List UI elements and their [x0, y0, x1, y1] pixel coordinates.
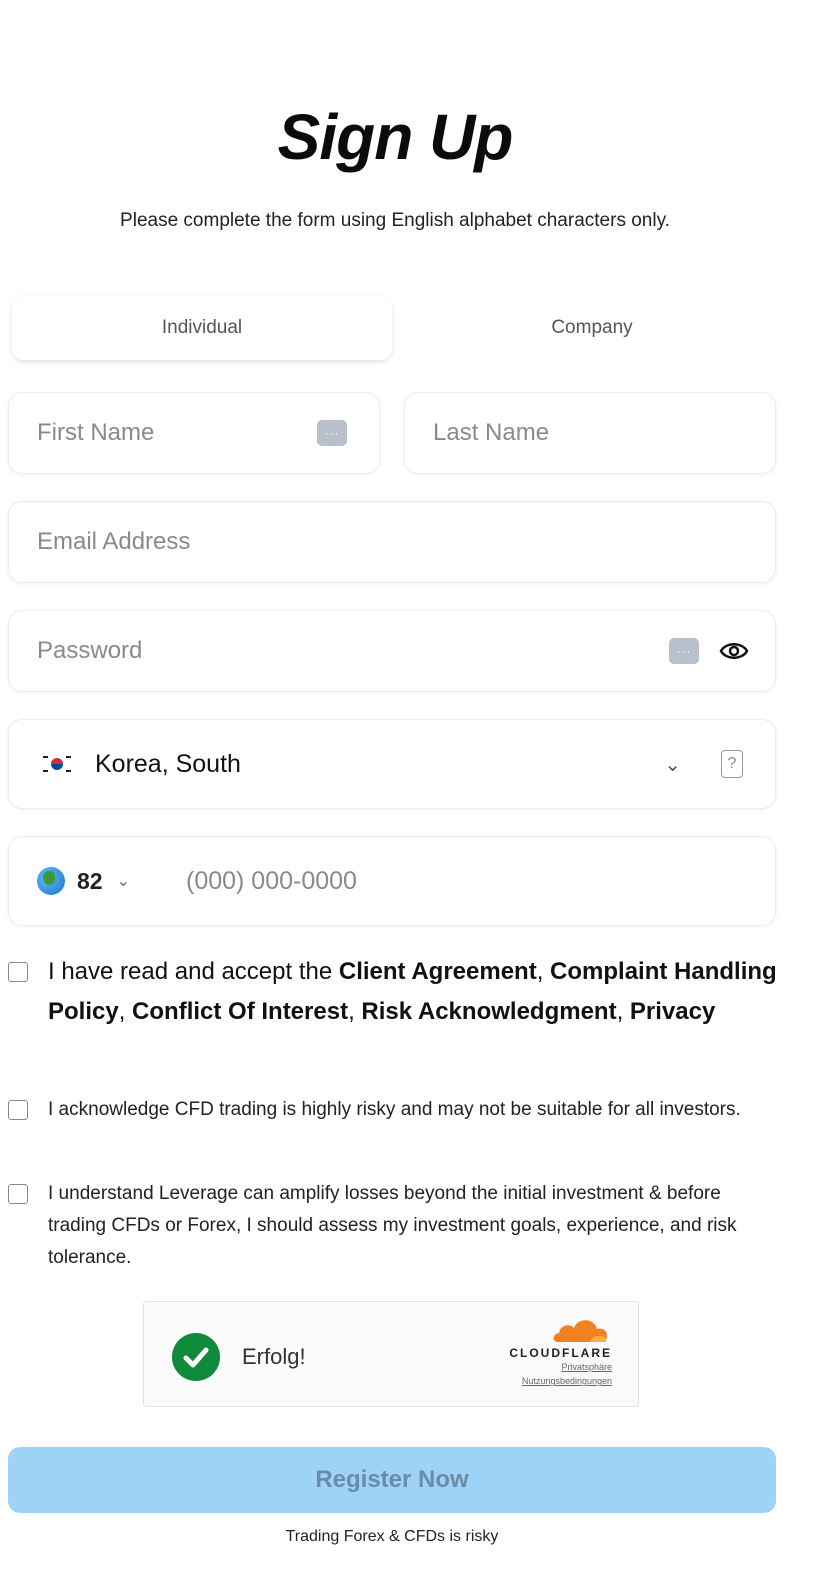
cloudflare-captcha[interactable]: Erfolg! CLOUDFLARE Privatsphäre Nutzungs…: [143, 1301, 639, 1407]
signup-page: Sign Up Please complete the form using E…: [0, 0, 826, 1582]
phone-placeholder: (000) 000-0000: [186, 866, 357, 895]
phone-field[interactable]: 82 ⌄ (000) 000-0000: [8, 836, 776, 926]
email-field[interactable]: Email Address: [8, 501, 776, 583]
consent-leverage-checkbox[interactable]: [8, 1184, 28, 1204]
captcha-status: Erfolg!: [242, 1344, 306, 1369]
cloudflare-cloud-icon: [553, 1320, 608, 1342]
first-name-placeholder: First Name: [37, 419, 155, 446]
chevron-down-icon[interactable]: ⌄: [664, 752, 681, 777]
consent-cfd-risk: I acknowledge CFD trading is highly risk…: [8, 1098, 778, 1126]
last-name-placeholder: Last Name: [433, 419, 550, 446]
consent-agreements-text: I have read and accept the Client Agreem…: [48, 958, 777, 1025]
consent-cfd-risk-text: I acknowledge CFD trading is highly risk…: [48, 1099, 741, 1120]
korea-flag-icon: [41, 753, 73, 775]
dial-chevron-down-icon[interactable]: ⌄: [117, 871, 130, 891]
first-name-field[interactable]: First Name ···: [8, 392, 380, 474]
globe-icon: [37, 867, 65, 895]
password-placeholder: Password: [37, 637, 143, 664]
privacy-link[interactable]: Privacy: [630, 998, 715, 1025]
consent-agreements-checkbox[interactable]: [8, 962, 28, 982]
tab-individual[interactable]: Individual: [12, 296, 392, 360]
eye-icon[interactable]: [719, 640, 749, 662]
page-title: Sign Up: [277, 101, 514, 173]
tab-company[interactable]: Company: [406, 296, 778, 360]
terms-link[interactable]: Nutzungsbedingungen: [492, 1374, 612, 1388]
password-manager-icon[interactable]: ···: [317, 420, 347, 446]
consent-prefix: I have read and accept the: [48, 958, 339, 985]
help-icon[interactable]: ?: [721, 750, 743, 778]
register-button[interactable]: Register Now: [8, 1447, 776, 1513]
page-subtitle: Please complete the form using English a…: [120, 210, 670, 231]
consent-leverage-text: I understand Leverage can amplify losses…: [48, 1183, 737, 1268]
risk-warning: Trading Forex & CFDs is risky: [285, 1528, 499, 1545]
dial-code[interactable]: 82: [77, 868, 103, 895]
client-agreement-link[interactable]: Client Agreement: [339, 958, 537, 985]
cloudflare-wordmark: CLOUDFLARE: [509, 1346, 612, 1360]
password-field[interactable]: Password ···: [8, 610, 776, 692]
consent-leverage: I understand Leverage can amplify losses…: [8, 1182, 778, 1274]
account-type-tabs: Individual Company: [12, 296, 778, 360]
privacy-policy-link[interactable]: Privatsphäre: [492, 1360, 612, 1374]
email-placeholder: Email Address: [37, 528, 191, 555]
country-value: Korea, South: [95, 749, 241, 778]
consent-cfd-risk-checkbox[interactable]: [8, 1100, 28, 1120]
check-circle-icon: [172, 1333, 220, 1381]
last-name-field[interactable]: Last Name: [404, 392, 776, 474]
country-select[interactable]: Korea, South ⌄ ?: [8, 719, 776, 809]
risk-acknowledgment-link[interactable]: Risk Acknowledgment: [361, 998, 616, 1025]
password-manager-icon[interactable]: ···: [669, 638, 699, 664]
conflict-interest-link[interactable]: Conflict Of Interest: [132, 998, 348, 1025]
consent-agreements: I have read and accept the Client Agreem…: [8, 958, 778, 1032]
cloudflare-logo: CLOUDFLARE Privatsphäre Nutzungsbedingun…: [492, 1314, 612, 1388]
